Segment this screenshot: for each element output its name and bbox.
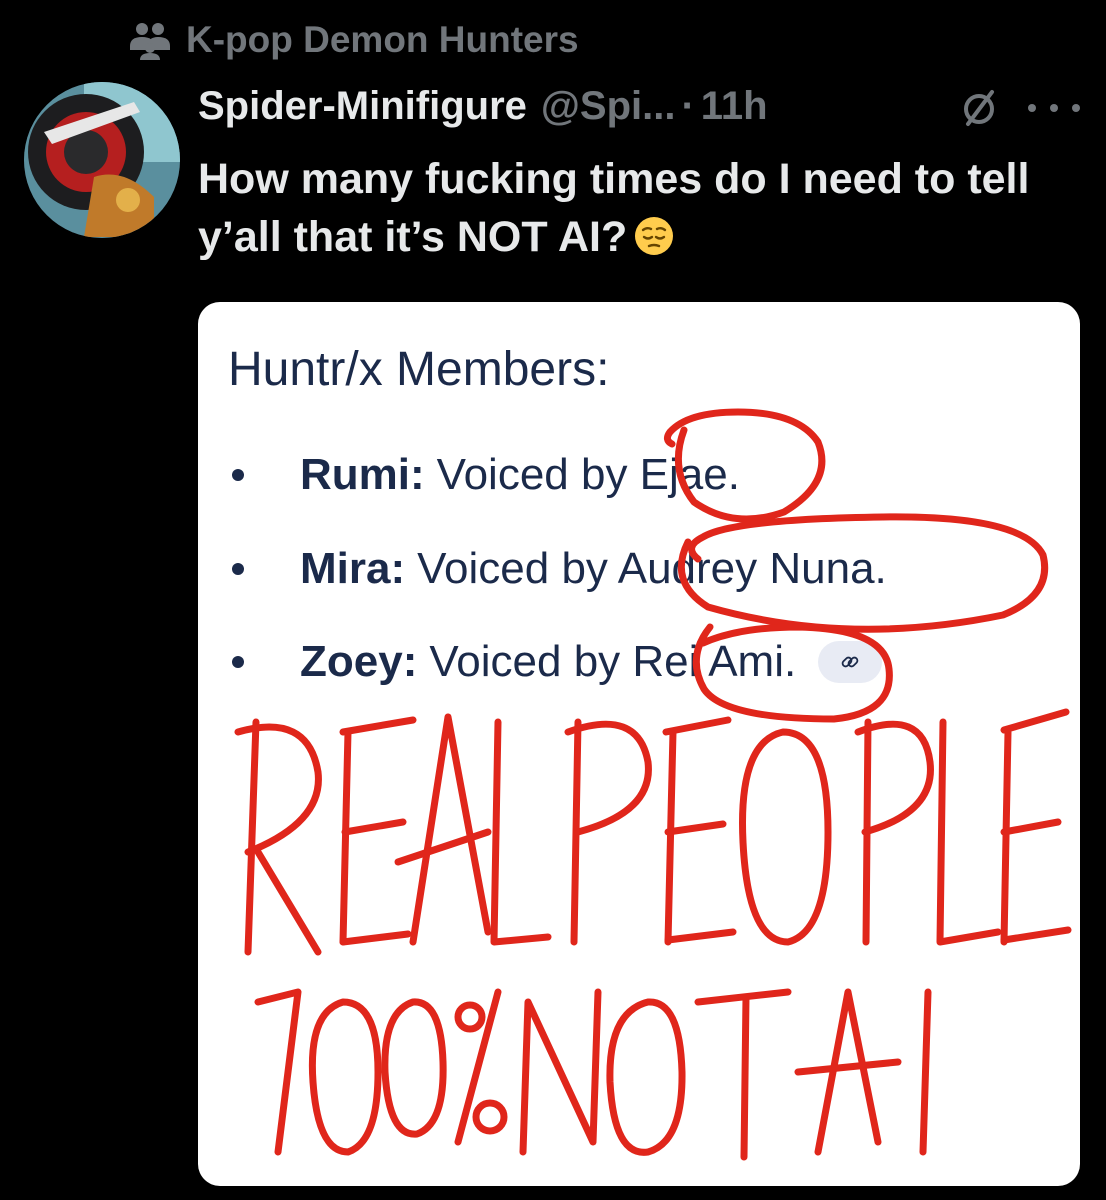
more-dot — [1072, 104, 1080, 112]
separator-dot: · — [681, 83, 695, 128]
display-name[interactable]: Spider-Minifigure — [198, 84, 527, 129]
more-dot — [1028, 104, 1036, 112]
user-handle[interactable]: @Spi... — [541, 84, 676, 129]
post-timestamp[interactable]: 11h — [701, 84, 768, 129]
post-header: Spider-Minifigure @Spi... · 11h — [198, 76, 768, 136]
post-text: How many fucking times do I need to tell… — [198, 150, 1078, 266]
post-media[interactable]: Huntr/x Members: Rumi: Voiced by Ejae. M… — [198, 302, 1080, 1186]
handwritten-annotation — [234, 408, 1072, 1161]
community-name: K-pop Demon Hunters — [186, 19, 579, 60]
community-context[interactable]: K-pop Demon Hunters — [128, 14, 579, 66]
post-text-content: How many fucking times do I need to tell… — [198, 155, 1030, 261]
pensive-face-emoji — [635, 217, 674, 255]
more-icon[interactable] — [1028, 90, 1080, 126]
community-icon — [130, 23, 170, 60]
grok-icon[interactable] — [958, 88, 1000, 130]
more-dot — [1050, 104, 1058, 112]
avatar-image — [24, 82, 180, 238]
avatar[interactable] — [24, 82, 180, 238]
